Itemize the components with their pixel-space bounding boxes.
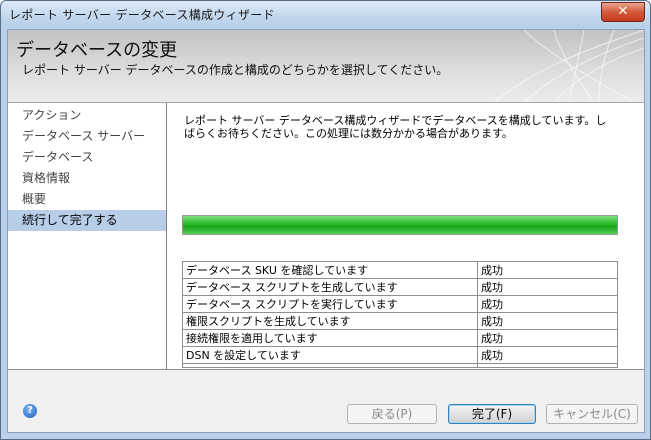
table-row: データベース スクリプトを実行しています 成功 — [182, 295, 618, 313]
step-database[interactable]: データベース — [8, 147, 166, 168]
wizard-window: レポート サーバー データベース構成ウィザード ✕ データベースの変更 レポート… — [0, 0, 651, 440]
task-status: 成功 — [477, 312, 618, 330]
help-icon[interactable]: ? — [23, 404, 37, 418]
task-status: 成功 — [477, 261, 618, 279]
step-action[interactable]: アクション — [8, 105, 166, 126]
window-title: レポート サーバー データベース構成ウィザード — [9, 8, 275, 22]
step-progress-finish[interactable]: 続行して完了する — [8, 210, 166, 231]
wizard-steps: アクション データベース サーバー データベース 資格情報 概要 続行して完了す… — [8, 103, 167, 369]
task-status-table: データベース SKU を確認しています 成功 データベース スクリプトを生成して… — [182, 261, 618, 368]
task-name: 接続権限を適用しています — [182, 329, 478, 347]
task-status: 成功 — [477, 346, 618, 364]
back-button[interactable]: 戻る(P) — [347, 404, 437, 424]
table-row: 接続権限を適用しています 成功 — [182, 329, 618, 347]
table-row: データベース スクリプトを生成しています 成功 — [182, 278, 618, 296]
task-status: 成功 — [477, 295, 618, 313]
step-database-server[interactable]: データベース サーバー — [8, 126, 166, 147]
task-name: データベース スクリプトを生成しています — [182, 278, 478, 296]
table-row: 権限スクリプトを生成しています 成功 — [182, 312, 618, 330]
cancel-button[interactable]: キャンセル(C) — [546, 404, 638, 424]
task-status: 成功 — [477, 329, 618, 347]
wizard-body: データベースの変更 レポート サーバー データベースの作成と構成のどちらかを選択… — [7, 29, 645, 433]
progress-fill — [183, 216, 617, 234]
task-name: データベース スクリプトを実行しています — [182, 295, 478, 313]
step-credentials[interactable]: 資格情報 — [8, 168, 166, 189]
task-name: データベース SKU を確認しています — [182, 261, 478, 279]
close-icon: ✕ — [617, 4, 629, 19]
task-status: 成功 — [477, 278, 618, 296]
task-name: DSN を設定しています — [182, 346, 478, 364]
page-title: データベースの変更 — [16, 40, 178, 61]
task-name: 権限スクリプトを生成しています — [182, 312, 478, 330]
title-bar[interactable]: レポート サーバー データベース構成ウィザード ✕ — [1, 1, 650, 27]
table-row: DSN を設定しています 成功 — [182, 346, 618, 364]
header-banner: データベースの変更 レポート サーバー データベースの作成と構成のどちらかを選択… — [8, 30, 644, 103]
close-button[interactable]: ✕ — [601, 2, 645, 22]
step-summary[interactable]: 概要 — [8, 189, 166, 210]
progress-bar — [182, 215, 618, 235]
table-row-empty — [182, 363, 618, 368]
button-bar: ? 戻る(P) 完了(F) キャンセル(C) — [8, 370, 644, 432]
table-row: データベース SKU を確認しています 成功 — [182, 261, 618, 279]
main-content: レポート サーバー データベース構成ウィザードでデータベースを構成しています。し… — [168, 103, 644, 369]
progress-description: レポート サーバー データベース構成ウィザードでデータベースを構成しています。し… — [184, 114, 607, 140]
page-subtitle: レポート サーバー データベースの作成と構成のどちらかを選択してください。 — [22, 63, 449, 77]
finish-button[interactable]: 完了(F) — [448, 404, 536, 424]
